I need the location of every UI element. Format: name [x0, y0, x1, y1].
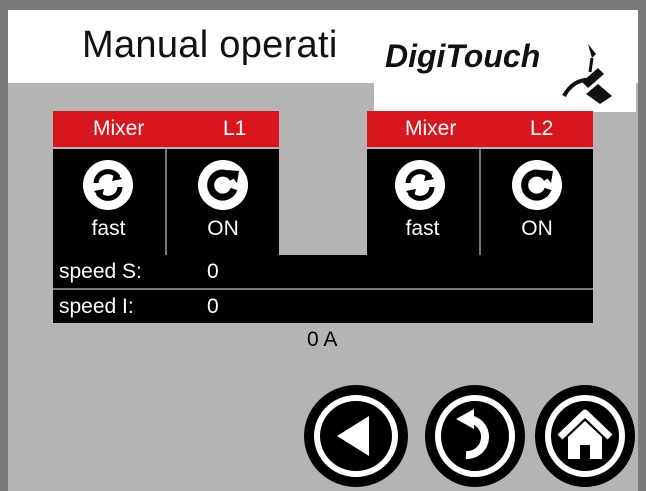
mixer-l1-mode-button[interactable]: fast	[53, 149, 164, 260]
mixer-l1-label: Mixer	[93, 117, 145, 140]
mixer-l2-mode: fast	[405, 217, 440, 240]
speed-s-label: speed S:	[59, 260, 142, 283]
mixer-l2-controls: fast ON	[367, 149, 593, 260]
page-title: Manual operati	[82, 24, 338, 66]
mixer-l2-line: L2	[530, 117, 554, 140]
rotate-arrows-icon	[83, 160, 133, 210]
mixer-l2-mode-button[interactable]: fast	[367, 149, 478, 260]
speed-s-row: speed S: 0	[53, 255, 593, 288]
speed-i-label: speed I:	[59, 295, 134, 318]
mixer-l2-label: Mixer	[405, 117, 457, 140]
digitouch-logo: DigiTouch	[374, 24, 636, 112]
mixer-l1-controls: fast ON	[53, 149, 279, 260]
back-button[interactable]	[301, 383, 411, 489]
speed-s-value: 0	[207, 260, 219, 283]
speed-i-row: speed I: 0	[53, 290, 593, 323]
mixer-l2-state-button[interactable]: ON	[481, 149, 593, 260]
mixer-l2-header: Mixer L2	[367, 111, 593, 147]
speed-i-value: 0	[207, 295, 219, 318]
refresh-icon	[512, 160, 562, 210]
hmi-screen: Manual operati DigiTouch Mixer L1 fast O…	[0, 0, 646, 491]
mixer-l1-header: Mixer L1	[53, 111, 279, 147]
home-button[interactable]	[532, 383, 638, 489]
hand-touch-icon	[562, 44, 612, 104]
rotate-arrows-icon	[395, 160, 445, 210]
undo-button[interactable]	[422, 383, 528, 489]
main-panel: Manual operati DigiTouch Mixer L1 fast O…	[8, 10, 638, 491]
mixer-l2-state: ON	[521, 217, 553, 240]
mixer-l1-state: ON	[207, 217, 239, 240]
mixer-l1-line: L1	[223, 117, 247, 140]
mixer-l1-state-button[interactable]: ON	[167, 149, 279, 260]
refresh-icon	[198, 160, 248, 210]
current-readout: 0 A	[307, 328, 338, 351]
mixer-l1-mode: fast	[91, 217, 126, 240]
